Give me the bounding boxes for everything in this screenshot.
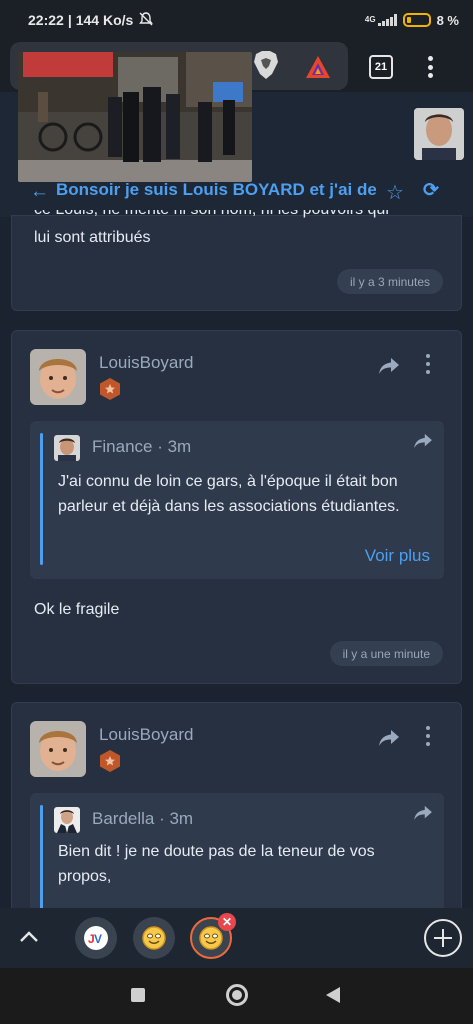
timestamp-badge: il y a 3 minutes bbox=[336, 269, 443, 294]
separator: | bbox=[67, 12, 72, 28]
back-icon[interactable] bbox=[326, 987, 340, 1003]
share-icon[interactable] bbox=[378, 357, 400, 375]
author-avatar[interactable] bbox=[30, 349, 86, 405]
more-options-icon[interactable] bbox=[425, 354, 431, 374]
close-icon[interactable]: ✕ bbox=[218, 913, 236, 931]
video-player[interactable] bbox=[18, 52, 252, 182]
author-name[interactable]: LouisBoyard bbox=[99, 353, 194, 373]
quote-text: Bien dit ! je ne doute pas de la teneur … bbox=[58, 843, 375, 885]
author-name[interactable]: LouisBoyard bbox=[99, 725, 194, 745]
battery-level: 8 % bbox=[436, 12, 459, 28]
topic-title[interactable]: Bonsoir je suis Louis BOYARD et j'ai de bbox=[56, 180, 376, 200]
chevron-up-icon[interactable] bbox=[18, 928, 40, 944]
tab-switcher-button[interactable]: 21 bbox=[369, 55, 393, 79]
signal-icon bbox=[377, 14, 397, 26]
rank-badge-icon bbox=[98, 377, 122, 401]
rewards-icon[interactable] bbox=[305, 55, 331, 79]
svg-text:V: V bbox=[94, 932, 102, 946]
quote-share-icon[interactable] bbox=[413, 433, 433, 449]
smiley-icon[interactable] bbox=[133, 917, 175, 959]
home-icon[interactable] bbox=[226, 984, 248, 1006]
refresh-icon[interactable]: ⟳ bbox=[423, 179, 439, 202]
brave-shield-icon[interactable] bbox=[252, 50, 280, 80]
user-avatar[interactable] bbox=[414, 108, 464, 160]
more-options-icon[interactable] bbox=[425, 726, 431, 746]
author-avatar[interactable] bbox=[30, 721, 86, 777]
quote-author-avatar bbox=[54, 435, 80, 461]
back-arrow-icon[interactable]: ← bbox=[30, 181, 49, 203]
post-body: ce Louis, ne mente ni son nom, ni les po… bbox=[34, 210, 389, 252]
post-card: ce Louis, ne mente ni son nom, ni les po… bbox=[11, 210, 462, 311]
quoted-post[interactable]: Finance · 3m J'ai connu de loin ce gars,… bbox=[30, 421, 444, 579]
network-speed: 144 Ko/s bbox=[75, 12, 134, 28]
add-tab-button[interactable] bbox=[424, 919, 462, 957]
browser-menu-icon[interactable] bbox=[418, 54, 442, 80]
jv-logo-icon[interactable]: J V bbox=[75, 917, 117, 959]
quote-share-icon[interactable] bbox=[413, 805, 433, 821]
post-card: LouisBoyard Bardella · 3m Bien dit ! je … bbox=[11, 702, 462, 912]
status-bar: 22:22 | 144 Ko/s 4G 8 % bbox=[0, 0, 473, 40]
bell-muted-icon bbox=[139, 11, 154, 29]
post-card: LouisBoyard Finance · 3m J'ai connu de l… bbox=[11, 330, 462, 684]
share-icon[interactable] bbox=[378, 729, 400, 747]
see-more-link[interactable]: Voir plus bbox=[365, 546, 430, 566]
favorite-star-icon[interactable]: ☆ bbox=[386, 180, 404, 205]
recent-apps-icon[interactable] bbox=[131, 988, 145, 1002]
quote-author-avatar bbox=[54, 807, 80, 833]
quoted-post[interactable]: Bardella · 3m Bien dit ! je ne doute pas… bbox=[30, 793, 444, 911]
network-type: 4G bbox=[364, 15, 376, 24]
post-body-line: lui sont attribués bbox=[34, 229, 151, 246]
quote-author: Finance · 3m bbox=[92, 437, 192, 456]
quote-author: Bardella · 3m bbox=[92, 809, 194, 828]
clock: 22:22 bbox=[28, 12, 64, 28]
timestamp-badge: il y a une minute bbox=[329, 641, 443, 666]
battery-icon bbox=[402, 13, 431, 27]
bottom-tab-bar bbox=[0, 908, 473, 968]
quote-text: J'ai connu de loin ce gars, à l'époque i… bbox=[58, 473, 400, 515]
post-body: Ok le fragile bbox=[34, 601, 120, 618]
rank-badge-icon bbox=[98, 749, 122, 773]
post-body-line: ce Louis, ne mente ni son nom, ni les po… bbox=[34, 210, 389, 224]
